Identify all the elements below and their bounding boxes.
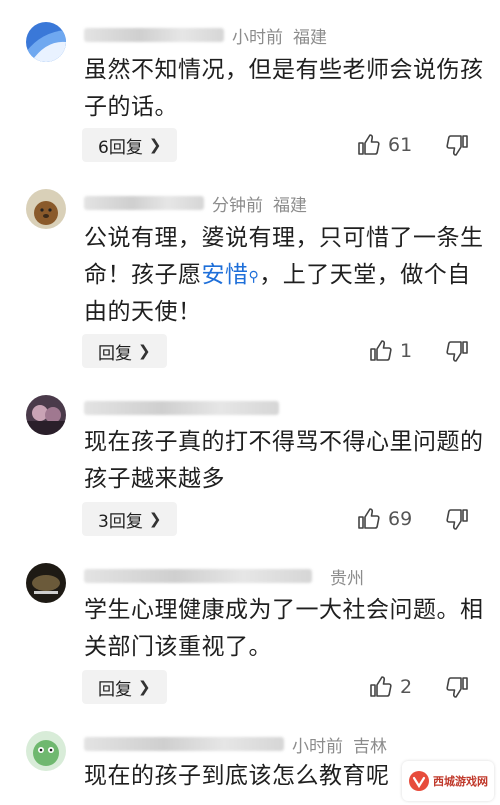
like-button[interactable]: 61 <box>356 128 412 162</box>
comment-meta: 小时前 福建 <box>84 24 327 48</box>
thumbs-down-icon <box>446 677 468 698</box>
comment-time: 小时前 <box>292 736 343 757</box>
comment-text: 学生心理健康成为了一大社会问题。相关部门该重视了。 <box>84 597 484 660</box>
comment-meta <box>84 397 297 419</box>
username-blurred <box>84 569 312 583</box>
like-button[interactable]: 2 <box>368 670 412 704</box>
reply-label: 6回复 <box>98 137 143 158</box>
dislike-button[interactable] <box>446 502 470 536</box>
reply-label: 回复 <box>98 679 132 700</box>
chevron-right-icon: ❯ <box>138 678 151 696</box>
search-keyword-link[interactable]: 安惜 <box>202 262 249 288</box>
dislike-button[interactable] <box>446 128 470 162</box>
chevron-right-icon: ❯ <box>148 510 162 528</box>
watermark-logo-icon <box>409 771 429 791</box>
thumbs-down-icon <box>446 135 468 156</box>
avatar[interactable] <box>26 731 66 771</box>
username-blurred <box>84 196 204 210</box>
reply-label: 回复 <box>98 343 132 364</box>
comment-region: 吉林 <box>353 736 387 757</box>
reply-button[interactable]: 6回复 ❯ <box>82 128 178 162</box>
comment-meta: 贵州 <box>84 565 364 589</box>
avatar[interactable] <box>26 189 66 229</box>
comment-region: 贵州 <box>330 568 364 589</box>
like-count: 2 <box>400 676 413 698</box>
like-count: 69 <box>388 508 413 530</box>
comment-text: 现在孩子真的打不得骂不得心里问题的孩子越来越多 <box>84 429 484 492</box>
comment-region: 福建 <box>293 27 327 48</box>
username-blurred <box>84 401 279 415</box>
thumbs-up-icon <box>370 340 392 361</box>
comment-text: 公说有理，婆说有理，只可惜了一条生命！孩子愿安惜⚲，上了天堂，做个自由的天使！ <box>84 220 484 331</box>
reply-button[interactable]: 回复 ❯ <box>82 670 167 704</box>
dislike-button[interactable] <box>446 670 470 704</box>
chevron-right-icon: ❯ <box>138 342 151 360</box>
comment-time: 小时前 <box>232 27 283 48</box>
avatar[interactable] <box>26 22 66 62</box>
thumbs-up-icon <box>358 134 380 155</box>
thumbs-up-icon <box>358 508 380 529</box>
thumbs-down-icon <box>446 341 468 362</box>
like-count: 61 <box>388 134 413 156</box>
chevron-right-icon: ❯ <box>148 136 162 154</box>
comment-time: 分钟前 <box>212 195 263 216</box>
avatar[interactable] <box>26 395 66 435</box>
comment-meta: 分钟前 福建 <box>84 192 307 216</box>
dislike-button[interactable] <box>446 334 470 368</box>
avatar[interactable] <box>26 563 66 603</box>
watermark: 西城游戏网 <box>402 761 494 801</box>
thumbs-up-icon <box>370 676 392 697</box>
like-count: 1 <box>400 340 413 362</box>
comment-meta: 小时前 吉林 <box>84 733 387 757</box>
username-blurred <box>84 737 284 751</box>
comment-text: 虽然不知情况，但是有些老师会说伤孩子的话。 <box>84 57 484 120</box>
username-blurred <box>84 28 224 42</box>
reply-button[interactable]: 回复 ❯ <box>82 334 167 368</box>
reply-button[interactable]: 3回复 ❯ <box>82 502 178 536</box>
search-mark-icon: ⚲ <box>248 269 260 285</box>
thumbs-down-icon <box>446 509 468 530</box>
reply-label: 3回复 <box>98 511 143 532</box>
like-button[interactable]: 1 <box>368 334 412 368</box>
like-button[interactable]: 69 <box>356 502 412 536</box>
watermark-text: 西城游戏网 <box>433 775 488 788</box>
comment-region: 福建 <box>273 195 307 216</box>
